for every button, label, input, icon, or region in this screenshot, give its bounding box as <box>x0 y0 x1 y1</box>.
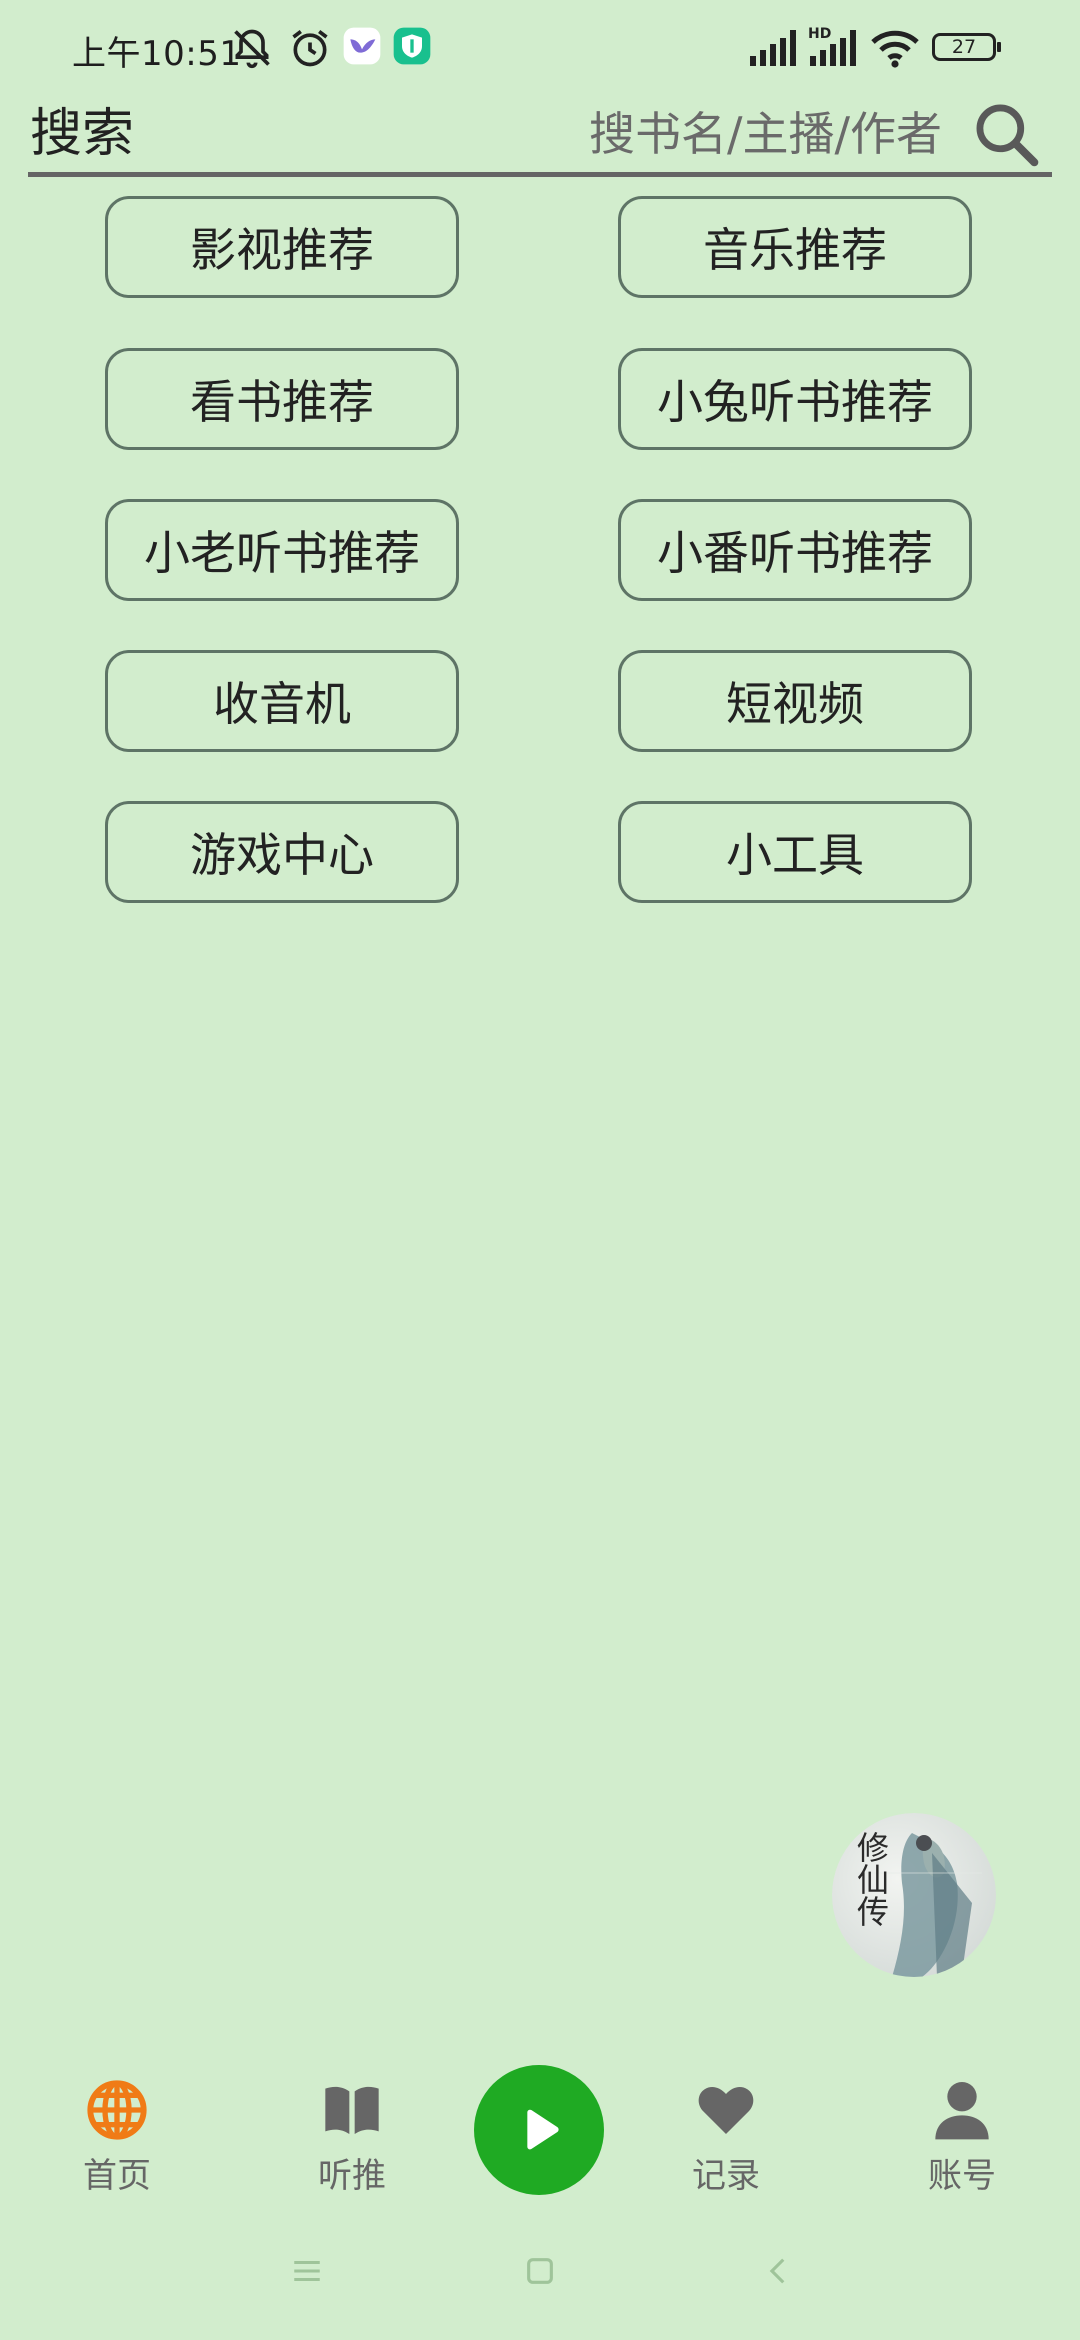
search-icon[interactable] <box>972 100 1040 168</box>
category-button-xiaofan-audio[interactable]: 小番听书推荐 <box>618 499 972 601</box>
user-icon <box>935 2082 989 2140</box>
nav-label-account: 账号 <box>928 2156 996 2196</box>
category-button-tools[interactable]: 小工具 <box>618 801 972 903</box>
status-time: 上午10:51 <box>72 34 242 74</box>
battery-icon: 27 <box>932 33 996 61</box>
signal-hd-icon <box>810 30 856 66</box>
battery-level: 27 <box>951 36 977 58</box>
alarm-icon <box>292 30 328 67</box>
cover-title: 修仙传 <box>852 1831 890 1927</box>
category-button-games[interactable]: 游戏中心 <box>105 801 459 903</box>
heart-icon <box>698 2086 754 2134</box>
play-icon <box>527 2109 559 2150</box>
book-icon <box>325 2086 379 2134</box>
home-square-icon[interactable] <box>523 2254 557 2288</box>
category-button-xiaotu-audio[interactable]: 小兔听书推荐 <box>618 348 972 450</box>
status-bar: 上午10:51 HD 27 <box>0 0 1080 96</box>
category-button-radio[interactable]: 收音机 <box>105 650 459 752</box>
search-title: 搜索 <box>30 104 135 164</box>
now-playing-cover[interactable]: 修仙传 <box>832 1813 996 1977</box>
nav-label-history: 记录 <box>692 2156 760 2196</box>
wifi-icon <box>871 30 919 68</box>
globe-icon <box>87 2080 147 2140</box>
category-button-movies[interactable]: 影视推荐 <box>105 196 459 298</box>
bell-off-icon <box>234 29 270 69</box>
nav-label-home: 首页 <box>83 2156 151 2196</box>
signal-icon <box>750 30 796 66</box>
nav-item-home[interactable]: 首页 <box>37 2060 197 2210</box>
category-button-xiaolao-audio[interactable]: 小老听书推荐 <box>105 499 459 601</box>
category-button-books[interactable]: 看书推荐 <box>105 348 459 450</box>
nav-label-listen: 听推 <box>318 2156 386 2196</box>
menu-icon[interactable] <box>290 2254 324 2288</box>
nav-item-history[interactable]: 记录 <box>646 2060 806 2210</box>
category-button-music[interactable]: 音乐推荐 <box>618 196 972 298</box>
shield-app-icon <box>393 27 431 65</box>
back-icon[interactable] <box>762 2254 796 2288</box>
system-nav-bar <box>0 2240 1080 2310</box>
category-button-short-video[interactable]: 短视频 <box>618 650 972 752</box>
search-bar: 搜索 <box>28 96 1052 177</box>
nav-item-account[interactable]: 账号 <box>882 2060 1042 2210</box>
search-input[interactable] <box>422 96 942 172</box>
bird-app-icon <box>343 27 381 65</box>
bottom-nav: 首页 听推 记录 账号 <box>0 2060 1080 2210</box>
play-button[interactable] <box>474 2065 604 2195</box>
nav-item-listen[interactable]: 听推 <box>272 2060 432 2210</box>
battery-tip <box>997 42 1001 52</box>
